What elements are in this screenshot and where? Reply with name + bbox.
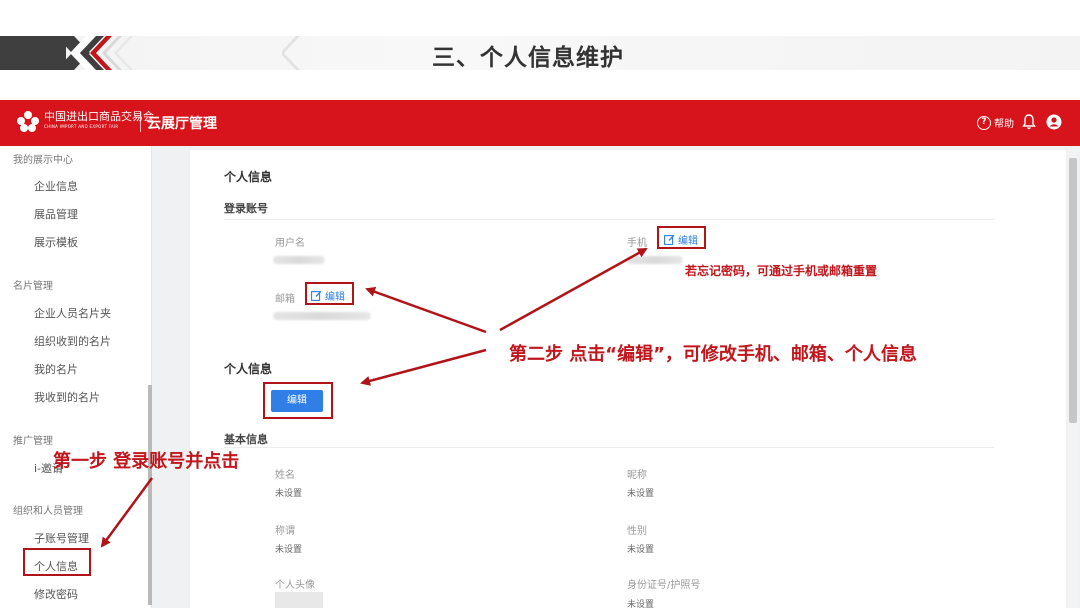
gender-label: 性别 [627,526,647,537]
chevron-faded-icon [282,36,300,70]
basic-info-heading: 基本信息 [224,433,268,446]
name-label: 姓名 [275,470,295,481]
avatar[interactable] [275,592,323,608]
canton-fair-logo-icon [17,111,39,132]
help-label: 帮助 [994,119,1014,130]
email-value [273,312,371,320]
sidebar-item-templates[interactable]: 展示模板 [34,234,78,250]
highlight-box-email-edit [305,282,354,305]
forgot-password-note: 若忘记密码，可通过手机或邮箱重置 [685,264,878,278]
sidebar-item-company-info[interactable]: 企业信息 [34,178,78,194]
title-label: 称谓 [275,526,295,537]
page-heading: 个人信息 [224,170,273,184]
sidebar-item-exhibits[interactable]: 展品管理 [34,206,78,222]
sidebar-item-staff-cards[interactable]: 企业人员名片夹 [34,305,111,321]
help-link[interactable]: ? 帮助 [977,115,1014,130]
sidebar-group-promotion: 推广管理 [13,436,53,447]
step-two-note: 第二步 点击“编辑”，可修改手机、邮箱、个人信息 [509,344,917,365]
sidebar-item-subaccounts[interactable]: 子账号管理 [34,530,89,546]
username-label: 用户名 [275,238,305,249]
bell-icon[interactable] [1022,114,1036,130]
sidebar-group-org: 组织和人员管理 [13,506,83,517]
avatar-label: 个人头像 [275,580,315,591]
nickname-value: 未设置 [627,489,655,499]
sidebar-item-my-card[interactable]: 我的名片 [34,361,78,377]
header-divider [140,112,141,132]
username-value [273,256,325,264]
sidebar-item-received-cards[interactable]: 我收到的名片 [34,389,100,405]
app-title: 云展厅管理 [147,116,217,132]
highlight-box-phone-edit [657,226,706,249]
phone-label: 手机 [627,238,647,249]
personal-info-heading: 个人信息 [224,362,273,376]
id-number-label: 身份证号/护照号 [627,580,701,591]
divider [224,447,994,448]
sidebar-group-showcase: 我的展示中心 [13,155,73,166]
sidebar-item-org-received-cards[interactable]: 组织收到的名片 [34,333,111,349]
login-section-heading: 登录账号 [224,202,268,215]
sidebar-group-cards: 名片管理 [13,281,53,292]
id-number-value: 未设置 [627,600,655,608]
divider [224,219,994,220]
highlight-box-edit-button [263,382,333,419]
logo-subtext: CHINA IMPORT AND EXPORT FAIR [44,124,119,129]
chevron-decoration-icon [56,36,133,70]
help-icon: ? [977,115,991,130]
main-scrollbar[interactable] [1069,158,1077,423]
sidebar-item-change-password[interactable]: 修改密码 [34,586,78,602]
name-value: 未设置 [275,489,303,499]
logo-text: 中国进出口商品交易会 [44,110,154,123]
nickname-label: 昵称 [627,470,647,481]
user-account-icon[interactable] [1046,114,1062,130]
slide: 三、个人信息维护 中国进出口商品交易会 CHINA IMPORT AND EXP… [0,0,1080,608]
step-one-note: 第一步 登录账号并点击 [53,451,240,472]
highlight-box-personal-info [23,548,91,576]
email-label: 邮箱 [275,294,295,305]
title-value: 未设置 [275,545,303,555]
phone-value [627,256,683,264]
slide-title: 三、个人信息维护 [432,45,624,71]
gender-value: 未设置 [627,545,655,555]
